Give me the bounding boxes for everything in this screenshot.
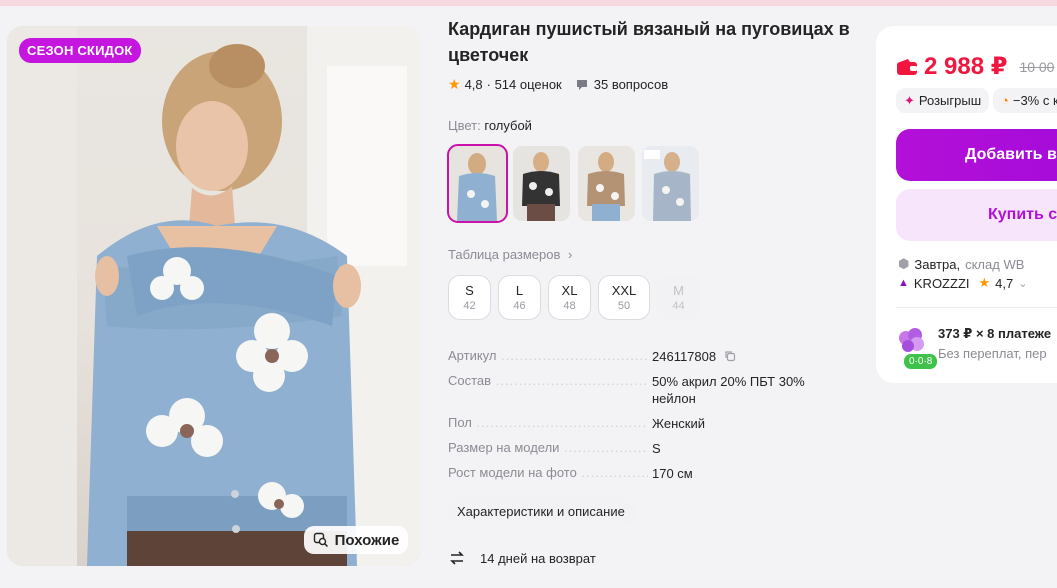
rating-value[interactable]: 4,8 (465, 77, 483, 92)
similar-label: Похожие (334, 531, 400, 549)
delivery-info: ⬢ Завтра, склад WB (898, 256, 1024, 272)
size-name: XL (561, 283, 578, 298)
color-swatch-grey[interactable] (642, 146, 699, 221)
size-name: XXL (611, 283, 637, 298)
color-label-text: Цвет: (448, 118, 481, 133)
size-name: M (673, 283, 684, 298)
delivery-place: склад WB (965, 256, 1025, 272)
return-policy-row[interactable]: 14 дней на возврат (448, 550, 596, 566)
similar-search-icon (313, 532, 328, 548)
product-title: Кардиган пушистый вязаный на пуговицах в… (448, 19, 850, 65)
size-option-xl[interactable]: XL 48 (548, 275, 591, 320)
buy-now-button[interactable]: Купить с (896, 189, 1057, 241)
spec-value: S (652, 441, 661, 456)
rating-row: ★ 4,8 · 514 оценок 35 вопросов (448, 76, 668, 93)
lottery-chip[interactable]: ✦ Розыгрыш (896, 88, 990, 113)
questions-count: 35 вопросов (593, 77, 669, 92)
star-icon: ★ (448, 76, 461, 92)
article-number: 246117808 (652, 349, 717, 364)
reviews-count[interactable]: · 514 оценок (487, 77, 562, 92)
swatch-beige-image (578, 146, 635, 221)
chevron-right-icon: › (568, 247, 573, 262)
size-ru: 46 (513, 300, 526, 312)
installment-subtitle: Без переплат, пер (938, 346, 1047, 361)
color-swatch-beige[interactable] (578, 146, 635, 221)
seller-name: KROZZZI (913, 275, 970, 291)
characteristics-button[interactable]: Характеристики и описание (448, 497, 634, 526)
old-price: 10 00 (1019, 58, 1055, 75)
questions-link[interactable]: 35 вопросов (576, 77, 668, 92)
spec-key: Состав (448, 373, 648, 388)
current-price: 2 988 ₽ (924, 53, 1008, 80)
size-ru: 42 (463, 300, 476, 312)
star-icon: ★ (978, 275, 991, 290)
size-option-m-unavailable[interactable]: M 44 (657, 275, 700, 320)
product-main-image[interactable] (7, 26, 420, 566)
spec-key: Рост модели на фото (448, 465, 648, 480)
box-icon: ⬢ (898, 256, 910, 271)
chevron-down-icon: ⌄ (1018, 277, 1028, 290)
color-swatch-blue[interactable] (447, 144, 508, 223)
rainbow-icon: ◔ (1001, 93, 1009, 108)
add-to-cart-button[interactable]: Добавить в (896, 129, 1057, 181)
copy-icon[interactable] (724, 350, 736, 362)
swatch-black-image (513, 146, 570, 221)
size-table-link[interactable]: Таблица размеров › (448, 247, 572, 262)
size-ru: 48 (563, 300, 576, 312)
installment-flower-icon (899, 328, 924, 352)
size-option-xxl[interactable]: XXL 50 (598, 275, 650, 320)
swatch-grey-image (642, 146, 699, 221)
spec-key: Размер на модели (448, 440, 648, 455)
spec-value: 170 см (652, 466, 693, 481)
wallet-icon (897, 58, 917, 75)
size-option-s[interactable]: S 42 (448, 275, 491, 320)
return-arrows-icon (450, 551, 464, 565)
spec-key: Артикул (448, 348, 648, 363)
size-ru: 44 (672, 300, 685, 312)
spec-value-article[interactable]: 246117808 (652, 348, 842, 365)
size-name: S (465, 283, 474, 298)
color-swatch-black[interactable] (513, 146, 570, 221)
size-table-label: Таблица размеров (448, 247, 561, 262)
seller-logo-icon: ▲ (898, 277, 909, 289)
spec-value: Женский (652, 416, 705, 431)
discount-chip[interactable]: ◔ −3% с к (993, 88, 1057, 113)
price-row: 2 988 ₽ 10 00 (896, 52, 1054, 81)
spec-value: 50% акрил 20% ПБТ 30% нейлон (652, 374, 805, 406)
lottery-label: Розыгрыш (918, 93, 982, 108)
return-policy-text: 14 дней на возврат (480, 550, 596, 566)
discount-label: −3% с к (1012, 93, 1057, 108)
size-option-l[interactable]: L 46 (498, 275, 541, 320)
color-value: голубой (484, 118, 532, 133)
sale-season-badge: СЕЗОН СКИДОК (19, 38, 141, 63)
color-label: Цвет: голубой (448, 118, 532, 133)
installment-title: 373 ₽ × 8 платеже (938, 326, 1052, 341)
spec-key: Пол (448, 415, 648, 430)
seller-rating: 4,7 (995, 275, 1014, 291)
similar-button[interactable]: Похожие (304, 526, 408, 554)
delivery-day: Завтра, (914, 256, 961, 272)
question-bubble-icon (576, 79, 587, 90)
installment-badge: 0·0·8 (903, 353, 939, 370)
installment-info[interactable]: 373 ₽ × 8 платеже Без переплат, пер (938, 326, 1051, 361)
sparkle-icon: ✦ (904, 93, 915, 108)
swatch-blue-image (449, 146, 506, 221)
card-divider (896, 307, 1057, 308)
size-name: L (515, 283, 524, 298)
size-ru: 50 (617, 300, 631, 312)
product-photo-illustration (7, 26, 420, 566)
seller-row[interactable]: ▲ KROZZZI ★ 4,7 ⌄ (898, 275, 1027, 291)
top-strip (0, 0, 1057, 6)
